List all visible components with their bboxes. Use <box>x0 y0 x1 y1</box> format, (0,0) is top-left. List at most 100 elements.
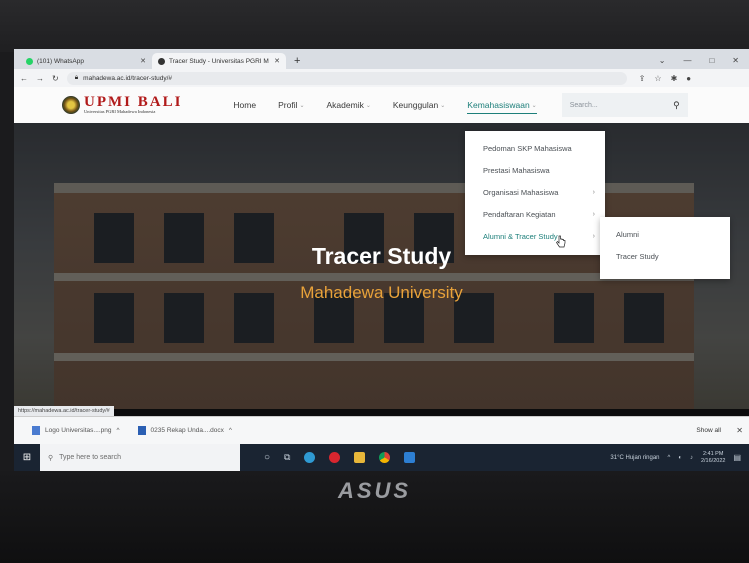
menu-item-label: Prestasi Mahasiswa <box>483 165 550 175</box>
chevron-down-icon: ⌄ <box>440 102 446 109</box>
alumni-tracer-submenu: Alumni Tracer Study <box>600 217 730 279</box>
download-name: Logo Universitas....png <box>45 427 112 434</box>
lock-icon: 🔒︎ <box>74 74 79 81</box>
tab-label: (101) WhatsApp <box>37 57 84 65</box>
submenu-item-label: Alumni <box>616 229 639 239</box>
word-file-icon <box>137 426 146 435</box>
address-bar[interactable]: 🔒︎ mahadewa.ac.id/tracer-study/# <box>66 71 627 85</box>
windows-start-icon[interactable]: ⊞ <box>14 452 40 463</box>
show-all-button[interactable]: Show all <box>696 427 721 434</box>
download-name: 0235 Rekap Unda....docx <box>150 427 224 434</box>
menu-item-label: Pendaftaran Kegiatan <box>483 209 556 219</box>
nav-akademik[interactable]: Akademik ⌄ <box>316 87 382 123</box>
chevron-up-icon[interactable]: ^ <box>229 427 232 434</box>
nav-label: Akademik <box>326 100 364 110</box>
profile-avatar-icon[interactable]: ● <box>686 74 691 83</box>
taskbar-search-placeholder: Type here to search <box>59 454 122 461</box>
chevron-right-icon: › <box>592 188 595 196</box>
mail-icon[interactable] <box>404 452 416 463</box>
opera-icon[interactable] <box>329 452 341 463</box>
download-item[interactable]: 0235 Rekap Unda....docx ^ <box>137 426 232 435</box>
chevron-right-icon: › <box>592 210 595 218</box>
nav-keunggulan[interactable]: Keunggulan ⌄ <box>382 87 456 123</box>
photo-background-top <box>0 0 749 52</box>
reload-icon[interactable]: ↻ <box>52 74 59 83</box>
taskbar-search-input[interactable]: ⚲ Type here to search <box>40 444 240 471</box>
cortana-icon[interactable]: ○ <box>264 452 270 463</box>
tab-tracer-study[interactable]: Tracer Study - Universitas PGRI M ✕ <box>152 53 286 69</box>
menu-item-pedoman-skp[interactable]: Pedoman SKP Mahasiswa <box>465 137 605 159</box>
nav-label: Profil <box>278 100 298 110</box>
extensions-icon[interactable]: ✱ <box>671 74 678 83</box>
chevron-down-icon: ⌄ <box>531 102 537 109</box>
volume-icon[interactable]: ♪ <box>690 455 693 461</box>
network-icon[interactable]: ◐ <box>678 455 682 461</box>
notification-icon[interactable]: ▤ <box>733 453 741 462</box>
nav-label: Home <box>233 100 257 110</box>
search-input[interactable]: Search... ⚲ <box>561 93 688 117</box>
image-file-icon <box>32 426 40 435</box>
bookmark-star-icon[interactable]: ☆ <box>654 74 661 83</box>
clock-time: 2:41 PM <box>702 450 724 457</box>
site-favicon-icon <box>158 57 165 65</box>
search-icon: ⚲ <box>48 454 54 462</box>
site-header: UPMI BALI Universitas PGRI Mahadewa Indo… <box>14 87 749 123</box>
close-icon[interactable]: ✕ <box>736 426 743 435</box>
close-icon[interactable]: ✕ <box>274 57 280 65</box>
nav-label: Kemahasiswaan <box>467 100 530 110</box>
weather-status[interactable]: 31°C Hujan ringan <box>610 455 659 461</box>
submenu-item-alumni[interactable]: Alumni <box>600 223 730 245</box>
minimize-button[interactable]: — <box>683 53 691 69</box>
browser-tab-strip: (101) WhatsApp ✕ Tracer Study - Universi… <box>14 49 749 69</box>
site-logo[interactable]: UPMI BALI Universitas PGRI Mahadewa Indo… <box>62 95 182 115</box>
download-item[interactable]: Logo Universitas....png ^ <box>32 426 120 435</box>
close-window-button[interactable]: ✕ <box>732 53 739 69</box>
downloads-bar: Logo Universitas....png ^ 0235 Rekap Und… <box>14 416 749 444</box>
university-seal-icon <box>62 96 80 114</box>
search-icon[interactable]: ⚲ <box>673 100 680 111</box>
menu-item-label: Alumni & Tracer Study <box>483 231 558 241</box>
menu-item-label: Organisasi Mahasiswa <box>483 187 559 197</box>
hero-subtitle: Mahadewa University <box>300 283 463 302</box>
chevron-up-icon[interactable]: ^ <box>116 427 119 434</box>
menu-item-prestasi[interactable]: Prestasi Mahasiswa <box>465 159 605 181</box>
taskbar-clock[interactable]: 2:41 PM 2/16/2022 <box>701 451 725 464</box>
submenu-item-tracer-study[interactable]: Tracer Study <box>600 245 730 267</box>
tab-whatsapp[interactable]: (101) WhatsApp ✕ <box>20 53 152 69</box>
main-nav: Home Profil ⌄ Akademik ⌄ Keunggulan ⌄ Kemah… <box>222 87 547 123</box>
browser-toolbar: ← → ↻ 🔒︎ mahadewa.ac.id/tracer-study/# ⇪… <box>14 69 749 87</box>
menu-item-pendaftaran[interactable]: Pendaftaran Kegiatan › <box>465 203 605 225</box>
window-controls: ⌄ — □ ✕ <box>649 53 749 69</box>
back-icon[interactable]: ← <box>20 74 28 83</box>
clock-date: 2/16/2022 <box>700 457 726 464</box>
chevron-up-icon[interactable]: ^ <box>668 455 671 461</box>
whatsapp-icon <box>26 57 33 65</box>
submenu-item-label: Tracer Study <box>616 251 659 261</box>
nav-kemahasiswaan[interactable]: Kemahasiswaan ⌄ <box>456 87 547 123</box>
file-explorer-icon[interactable] <box>354 452 366 463</box>
chrome-icon[interactable] <box>379 452 391 463</box>
menu-item-alumni-tracer[interactable]: Alumni & Tracer Study › <box>465 225 605 247</box>
tab-search-icon[interactable]: ⌄ <box>659 53 666 69</box>
hand-cursor-icon <box>556 235 566 248</box>
menu-item-label: Pedoman SKP Mahasiswa <box>483 143 572 153</box>
share-icon[interactable]: ⇪ <box>639 74 646 83</box>
windows-taskbar: ⊞ ⚲ Type here to search ○ ⧉ 31°C Hujan r… <box>14 444 749 471</box>
status-bar-url: https://mahadewa.ac.id/tracer-study/# <box>14 406 114 416</box>
chevron-right-icon: › <box>592 232 595 240</box>
asus-logo: ASUS <box>337 478 412 503</box>
menu-item-organisasi[interactable]: Organisasi Mahasiswa › <box>465 181 605 203</box>
close-icon[interactable]: ✕ <box>140 57 146 65</box>
taskbar-apps: ○ ⧉ <box>264 452 416 463</box>
edge-icon[interactable] <box>304 452 316 463</box>
tab-label: Tracer Study - Universitas PGRI M <box>169 57 269 65</box>
forward-icon[interactable]: → <box>36 74 44 83</box>
nav-label: Keunggulan <box>392 100 439 110</box>
logo-main-text: UPMI BALI <box>84 94 183 111</box>
logo-sub-text: Universitas PGRI Mahadewa Indonesia <box>84 109 156 115</box>
maximize-button[interactable]: □ <box>709 53 714 69</box>
new-tab-button[interactable]: + <box>286 53 308 69</box>
nav-home[interactable]: Home <box>222 87 267 123</box>
task-view-icon[interactable]: ⧉ <box>284 452 290 463</box>
nav-profil[interactable]: Profil ⌄ <box>267 87 315 123</box>
